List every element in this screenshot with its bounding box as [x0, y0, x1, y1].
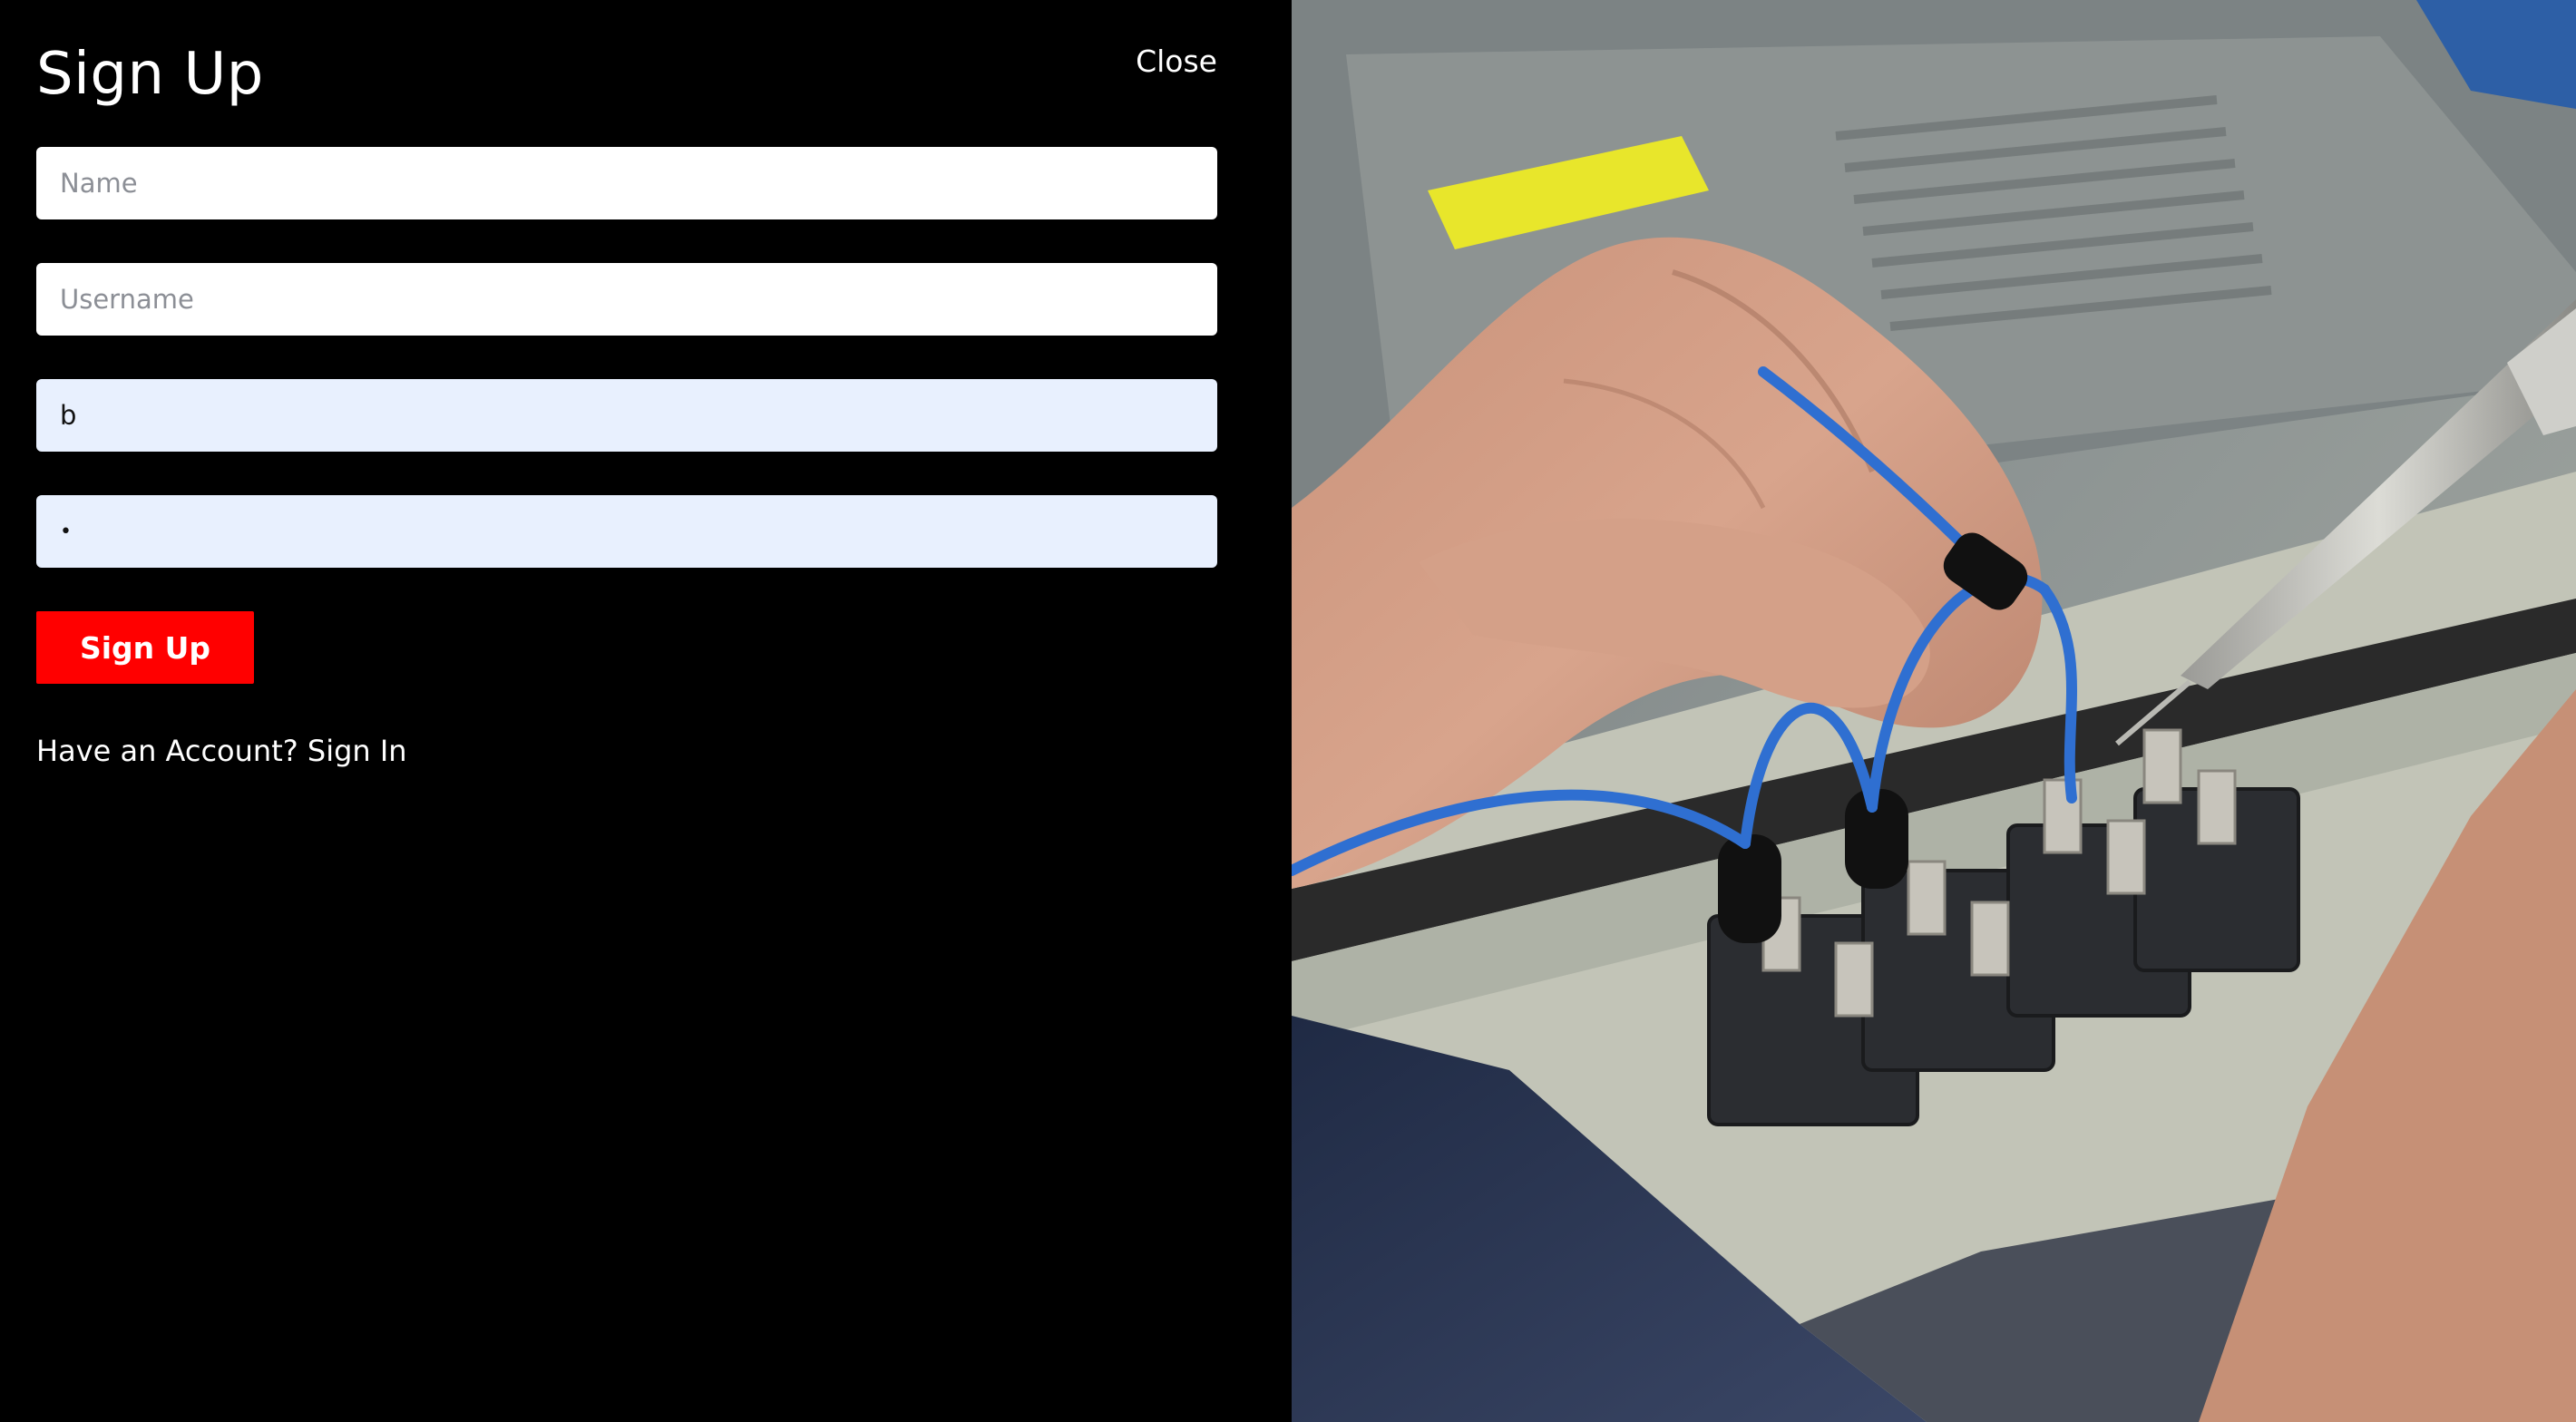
username-field[interactable] [36, 263, 1217, 336]
password-field[interactable] [36, 495, 1217, 568]
page-title: Sign Up [36, 41, 264, 108]
hero-photo [1292, 0, 2576, 1422]
close-button[interactable]: Close [1136, 40, 1217, 83]
soldering-photo-image [1292, 0, 2576, 1422]
email-field[interactable] [36, 379, 1217, 452]
signup-panel: Sign Up Close Sign Up Have an Account? S… [0, 0, 1292, 1422]
have-account-text: Have an Account? [36, 734, 298, 768]
sign-up-button[interactable]: Sign Up [36, 611, 254, 684]
signup-page: Sign Up Close Sign Up Have an Account? S… [0, 0, 2576, 1422]
have-account-row: Have an Account? Sign In [36, 729, 407, 773]
name-field[interactable] [36, 147, 1217, 219]
sign-in-link[interactable]: Sign In [307, 734, 407, 768]
